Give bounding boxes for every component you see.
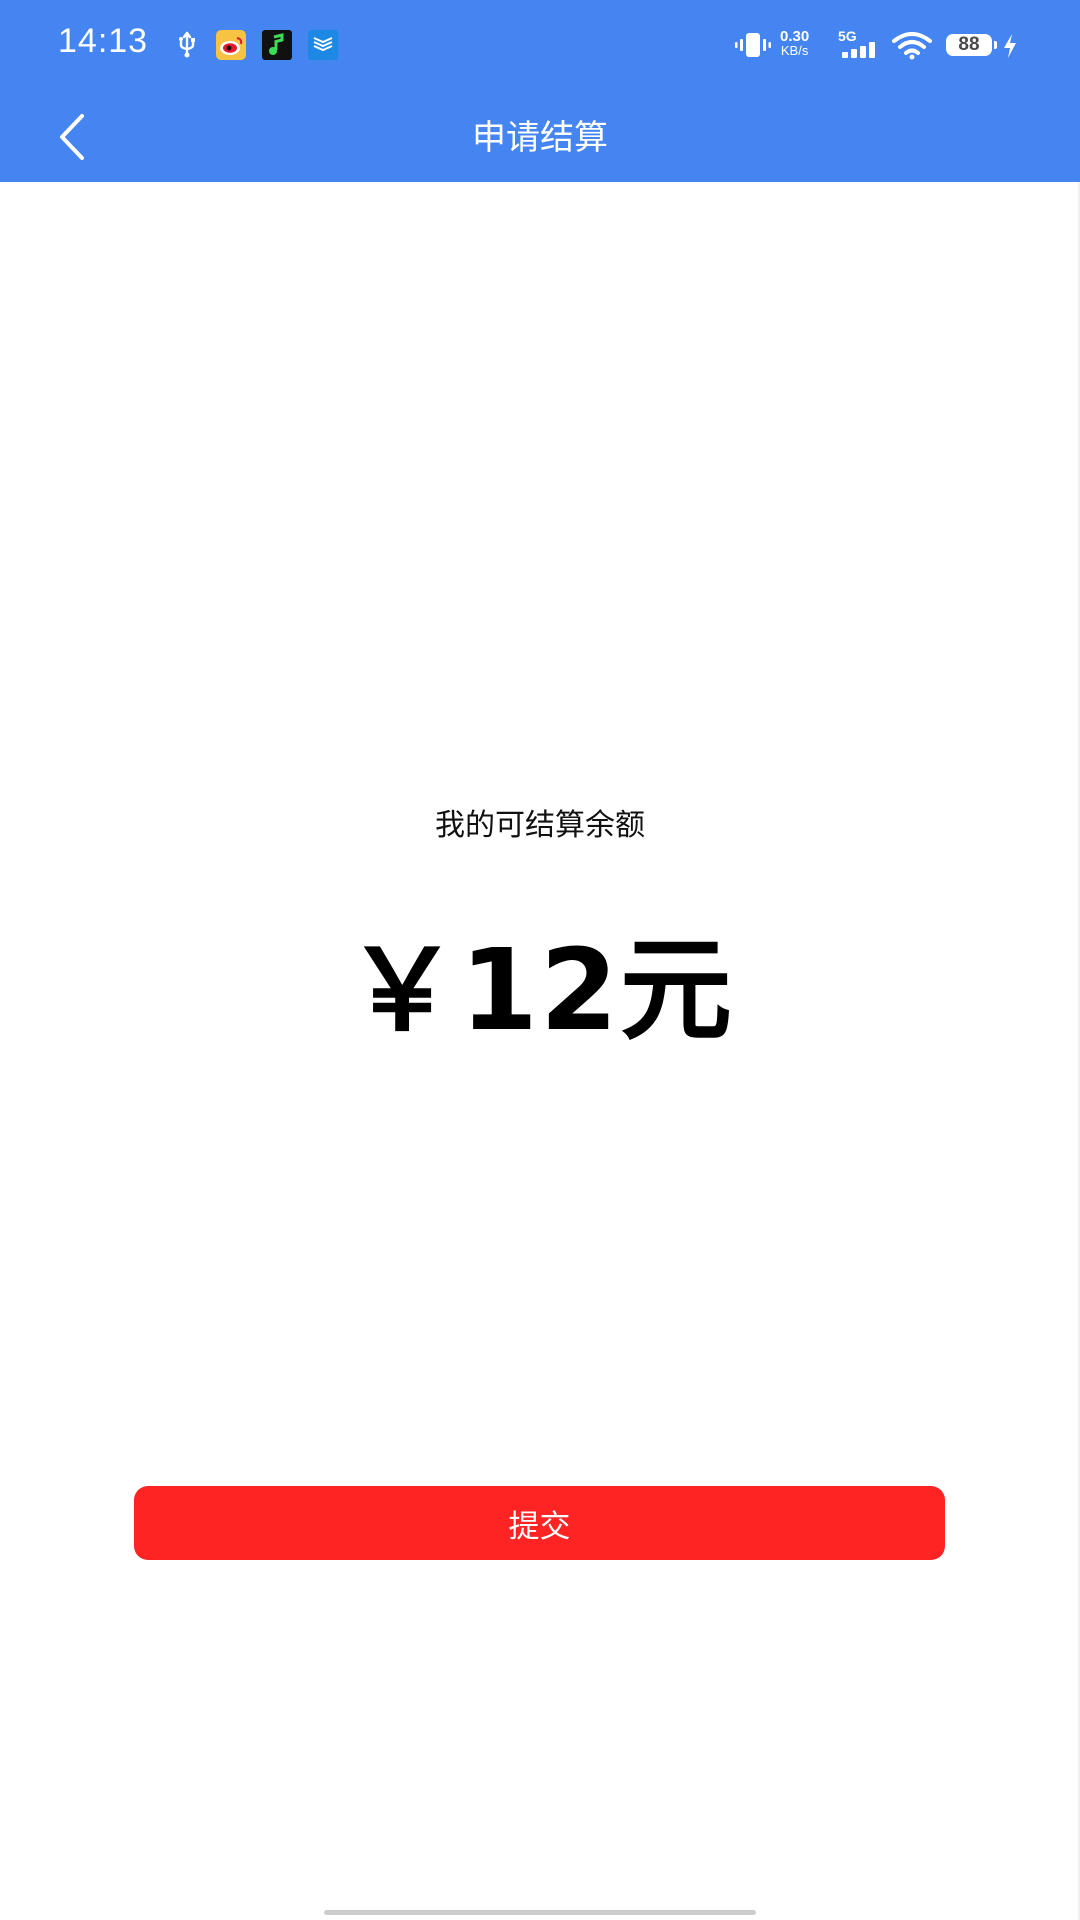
status-indicators: 0.30 KB/s 5G 88 <box>680 0 1080 92</box>
music-app-icon <box>262 30 292 60</box>
net-speed-value: 0.30 <box>780 28 810 45</box>
balance-label: 我的可结算余额 <box>435 808 645 843</box>
signal-icon: 5G <box>838 28 886 60</box>
page-title: 申请结算 <box>472 118 608 158</box>
charging-icon <box>1004 34 1016 58</box>
net-speed-unit: KB/s <box>780 43 809 58</box>
balance-amount: ￥12元 <box>346 926 734 1056</box>
submit-button[interactable]: 提交 <box>134 1486 945 1560</box>
vibrate-icon <box>735 33 771 57</box>
usb-icon <box>179 31 195 58</box>
net-speed: 0.30 KB/s <box>780 28 810 58</box>
top-bar: 14:13 0.30 KB/s 5G 88 申请结算 <box>0 0 1080 182</box>
nav-bar: 申请结算 <box>0 92 1080 182</box>
wifi-icon <box>892 32 932 60</box>
stack-app-icon <box>308 30 338 60</box>
battery-icon: 88 <box>946 34 997 56</box>
status-time: 14:13 <box>58 22 149 60</box>
status-bar: 14:13 0.30 KB/s 5G 88 <box>0 0 1080 92</box>
home-indicator[interactable] <box>324 1910 756 1915</box>
weibo-icon <box>216 30 246 60</box>
